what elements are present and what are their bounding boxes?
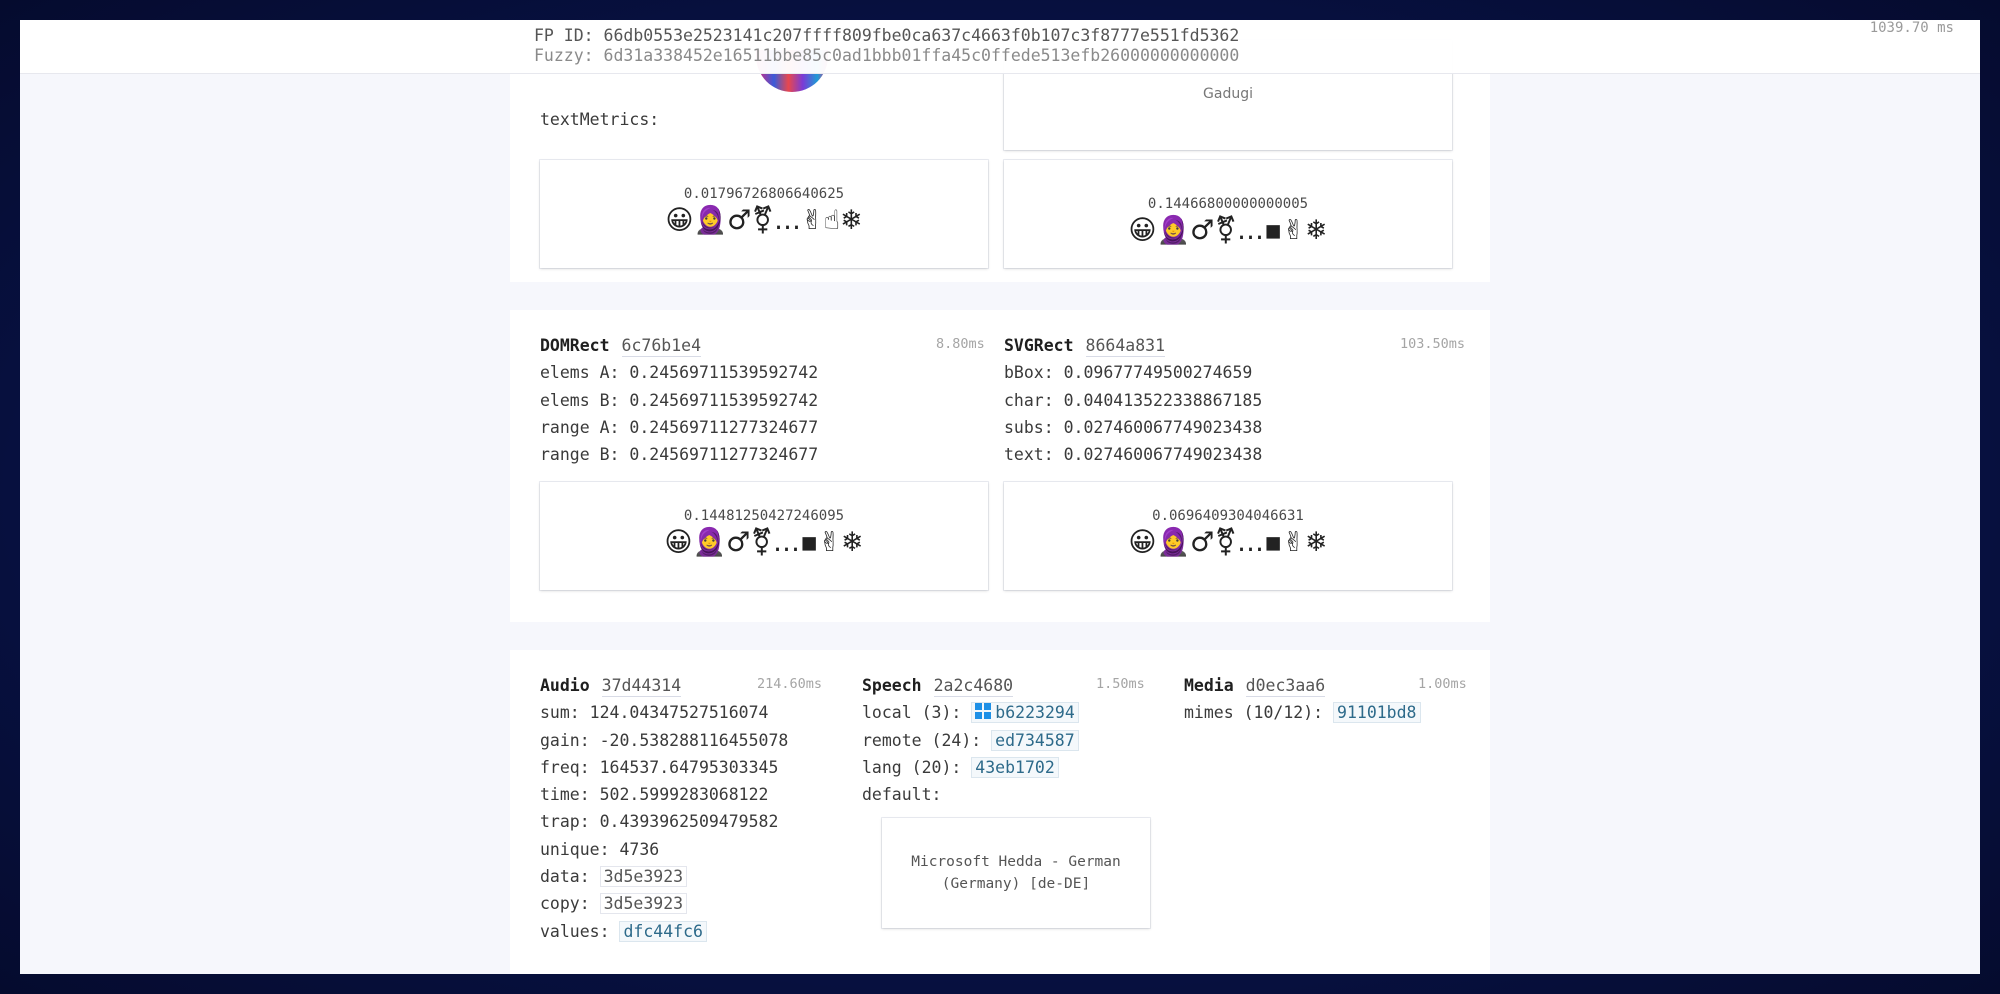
svgrect-time: 103.50ms — [1400, 336, 1466, 352]
speech-remote-link[interactable]: ed734587 — [991, 729, 1079, 751]
domrect-title: DOMRect — [540, 336, 610, 355]
media-hash: d0ec3aa6 — [1245, 676, 1326, 697]
media-mimes-link[interactable]: 91101bd8 — [1333, 702, 1421, 724]
audio-time: 214.60ms — [757, 676, 823, 692]
media-block: Media d0ec3aa6 mimes (10/12): 91101bd8 — [1184, 672, 1421, 727]
total-time: 1039.70 ms — [1869, 20, 1954, 36]
svgrect-row: bBox: 0.09677749500274659 — [1004, 363, 1253, 383]
page-viewport: FP ID: 66db0553e2523141c207ffff809fbe0ca… — [20, 20, 1980, 974]
emoji-sample-b: 😀🧕♂⚧…▪✌❄ — [1128, 215, 1328, 246]
default-voice-text: Microsoft Hedda - German (Germany) [de-D… — [911, 854, 1121, 892]
speech-block: Speech 2a2c4680 local (3): b6223294 remot… — [862, 672, 1079, 808]
audio-copy-hash: 3d5e3923 — [599, 893, 688, 915]
domrect-time: 8.80ms — [936, 336, 985, 352]
speech-local-link[interactable]: b6223294 — [971, 702, 1079, 724]
audio-speech-media-section: Audio 37d44314 sum: 124.04347527516074 ga… — [510, 650, 1490, 974]
audio-block: Audio 37d44314 sum: 124.04347527516074 ga… — [540, 672, 788, 945]
svgrect-emoji-card: 0.0696409304046631 😀🧕♂⚧…▪✌❄ — [1004, 482, 1452, 590]
domrect-row: range B: 0.24569711277324677 — [540, 445, 819, 465]
domrect-hash: 6c76b1e4 — [621, 336, 702, 357]
audio-values-label: values: — [540, 921, 610, 941]
svgrect-hash: 8664a831 — [1085, 336, 1166, 357]
audio-title: Audio — [540, 676, 590, 695]
audio-row: unique: 4736 — [540, 839, 660, 859]
domrect-emoji-card: 0.14481250427246095 😀🧕♂⚧…▪✌❄ — [540, 482, 988, 590]
media-title: Media — [1184, 676, 1234, 695]
audio-copy-label: copy: — [540, 894, 590, 914]
speech-local-label: local (3): — [862, 703, 962, 723]
audio-row: gain: -20.538288116455078 — [540, 730, 789, 750]
domrect-card-value: 0.14481250427246095 — [683, 508, 845, 524]
speech-local-hash: b6223294 — [995, 703, 1075, 723]
fingerprint-header: FP ID: 66db0553e2523141c207ffff809fbe0ca… — [20, 20, 1980, 74]
audio-row: sum: 124.04347527516074 — [540, 703, 769, 723]
speech-default-label: default: — [862, 785, 942, 805]
domrect-row: range A: 0.24569711277324677 — [540, 417, 819, 437]
audio-data-hash: 3d5e3923 — [599, 866, 688, 888]
rect-section: DOMRect 6c76b1e4 elems A: 0.2456971153959… — [510, 310, 1490, 622]
audio-row: trap: 0.4393962509479582 — [540, 812, 779, 832]
domrect-emoji-sample: 😀🧕♂⚧…▪✌❄ — [664, 527, 864, 558]
audio-row: time: 502.5999283068122 — [540, 785, 769, 805]
audio-row: freq: 164537.64795303345 — [540, 757, 779, 777]
domrect-row: elems B: 0.24569711539592742 — [540, 390, 819, 410]
media-time: 1.00ms — [1418, 676, 1467, 692]
svgrect-row: text: 0.027460067749023438 — [1004, 445, 1263, 465]
fp-id-text: FP ID: 66db0553e2523141c207ffff809fbe0ca… — [534, 26, 1240, 45]
text-metrics-value-b: 0.14466800000000005 — [1147, 196, 1309, 212]
svgrect-block: SVGRect 8664a831 bBox: 0.0967774950027465… — [1004, 332, 1262, 468]
speech-remote-label: remote (24): — [862, 730, 982, 750]
speech-hash: 2a2c4680 — [933, 676, 1014, 697]
svgrect-title: SVGRect — [1004, 336, 1074, 355]
font-name-text: Gadugi — [1203, 86, 1253, 102]
domrect-block: DOMRect 6c76b1e4 elems A: 0.2456971153959… — [540, 332, 818, 468]
speech-lang-label: lang (20): — [862, 757, 962, 777]
svgrect-card-value: 0.0696409304046631 — [1152, 508, 1304, 524]
audio-hash: 37d44314 — [601, 676, 682, 697]
text-metrics-label: textMetrics: — [540, 110, 660, 129]
media-mimes-label: mimes (10/12): — [1184, 703, 1324, 723]
svgrect-emoji-sample: 😀🧕♂⚧…▪✌❄ — [1128, 527, 1328, 558]
speech-lang-link[interactable]: 43eb1702 — [971, 756, 1059, 778]
emoji-sample-a: 😀🧕♂⚧…✌☝❄ — [665, 205, 863, 236]
speech-title: Speech — [862, 676, 922, 695]
speech-time: 1.50ms — [1096, 676, 1145, 692]
domrect-row: elems A: 0.24569711539592742 — [540, 363, 819, 383]
text-metrics-value-a: 0.01796726806640625 — [683, 186, 845, 202]
svgrect-row: char: 0.040413522338867185 — [1004, 390, 1263, 410]
default-voice-card: Microsoft Hedda - German (Germany) [de-D… — [882, 818, 1150, 928]
svgrect-row: subs: 0.027460067749023438 — [1004, 417, 1263, 437]
audio-values-link[interactable]: dfc44fc6 — [619, 920, 707, 942]
windows-icon — [975, 703, 992, 720]
text-metrics-card-b: 0.14466800000000005 😀🧕♂⚧…▪✌❄ — [1004, 160, 1452, 268]
fuzzy-hash-text: Fuzzy: 6d31a338452e16511bbe85c0ad1bbb01f… — [534, 46, 1240, 65]
audio-data-label: data: — [540, 867, 590, 887]
text-metrics-card-a: 0.01796726806640625 😀🧕♂⚧…✌☝❄ — [540, 160, 988, 268]
